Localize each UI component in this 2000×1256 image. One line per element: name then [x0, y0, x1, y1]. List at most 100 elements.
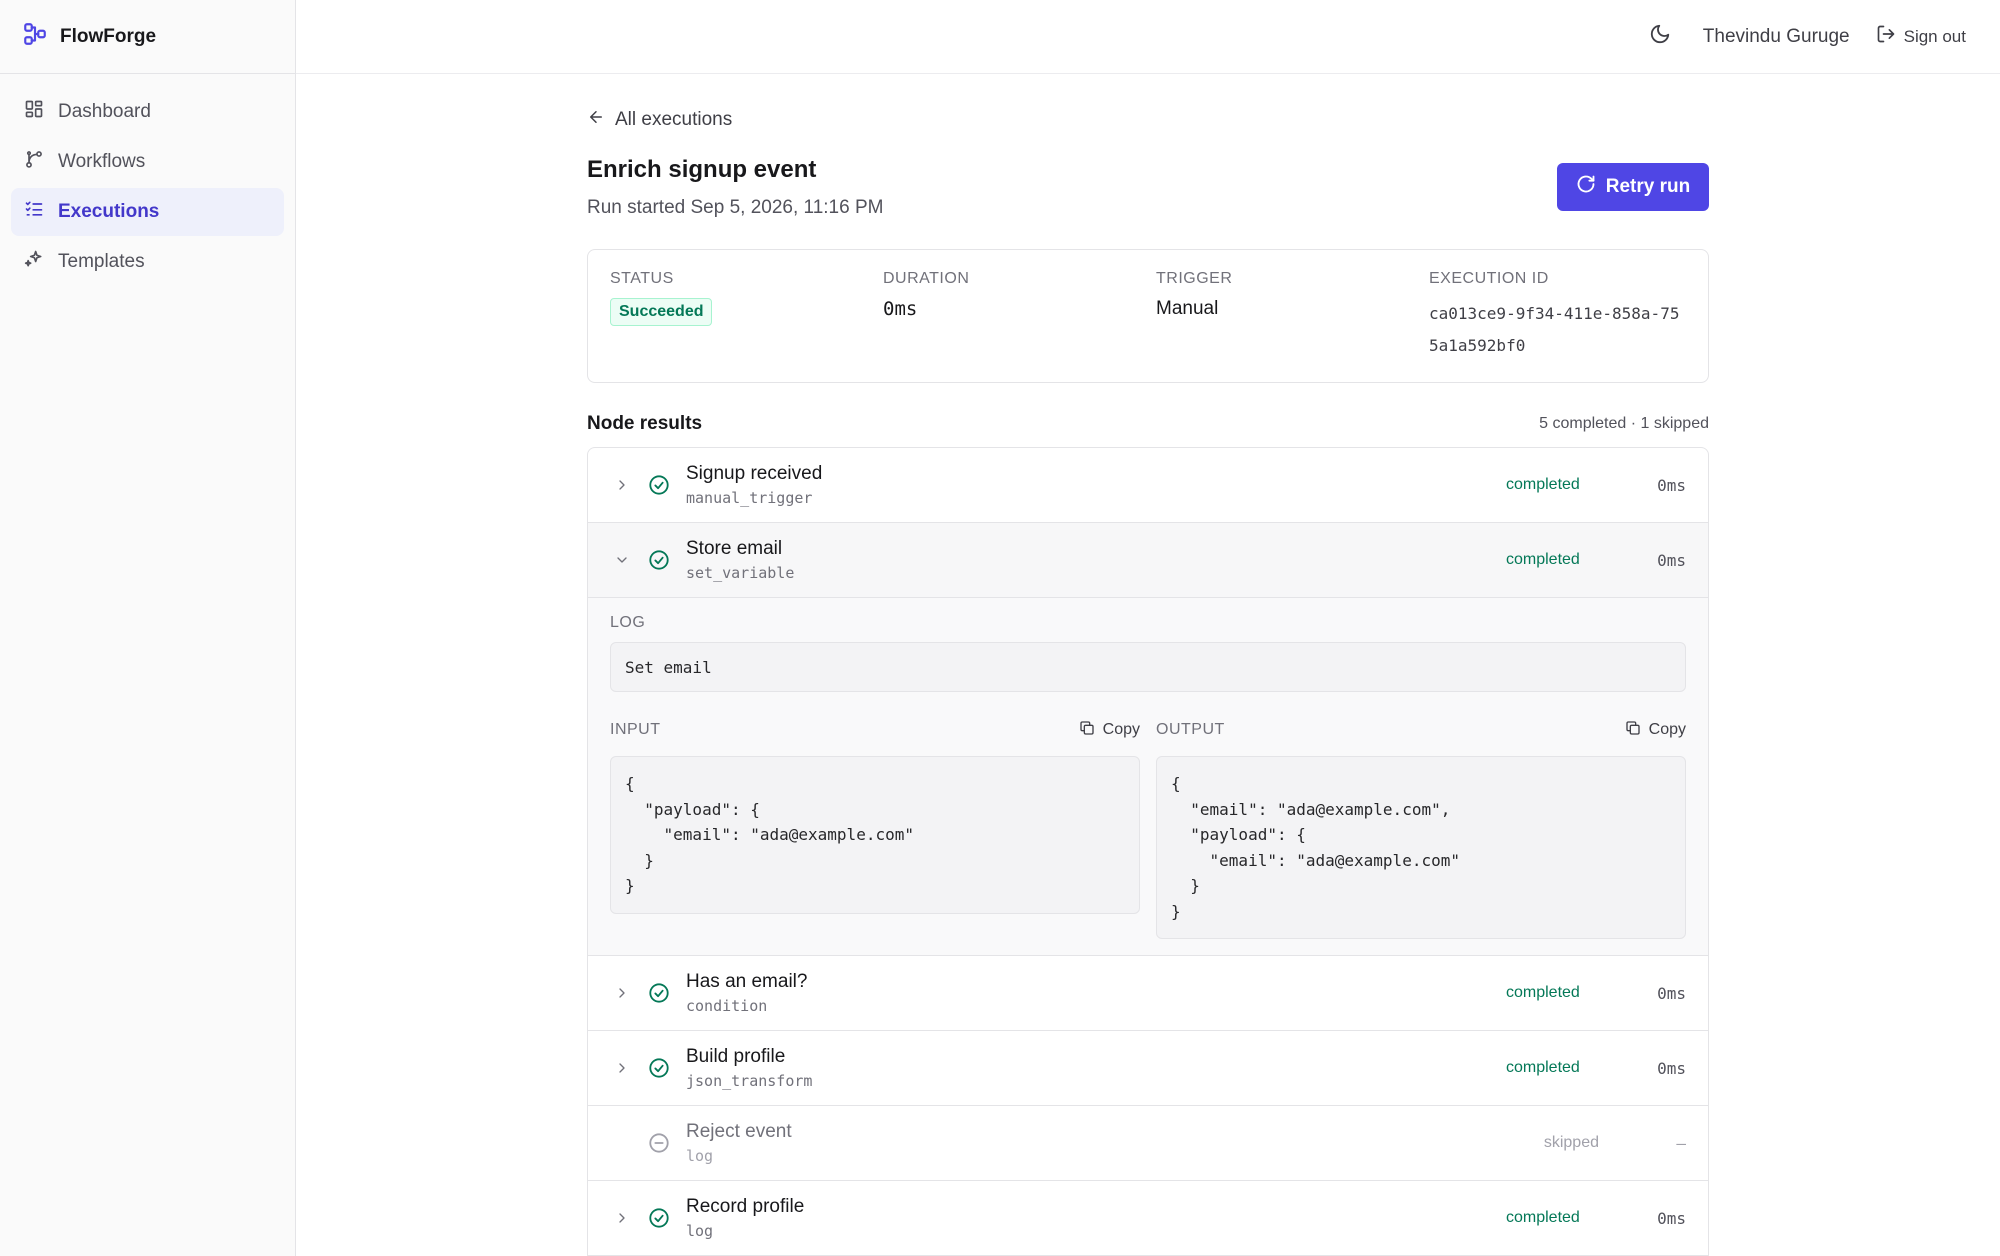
brand[interactable]: FlowForge	[0, 0, 295, 74]
sidebar-item-workflows[interactable]: Workflows	[11, 138, 284, 186]
sidebar-item-label: Executions	[58, 201, 160, 222]
dashboard-icon	[24, 99, 44, 125]
node-row-build-profile[interactable]: Build profile json_transform completed 0…	[588, 1031, 1708, 1106]
node-results-title: Node results	[587, 413, 703, 434]
log-label: LOG	[610, 614, 646, 631]
execution-id-value[interactable]: ca013ce9-9f34-411e-858a-755a1a592bf0	[1429, 298, 1689, 362]
retry-run-button[interactable]: Retry run	[1557, 163, 1709, 211]
input-panel: INPUT Copy { "payload": { "email": "ada@…	[610, 716, 1140, 939]
duration-value: 0ms	[883, 298, 918, 320]
app-name: FlowForge	[60, 25, 157, 47]
back-link-label: All executions	[615, 109, 733, 130]
node-type: log	[686, 1222, 714, 1240]
chevron-right-icon[interactable]	[612, 477, 632, 493]
status-badge: Succeeded	[610, 298, 713, 326]
node-row-signup-received[interactable]: Signup received manual_trigger completed…	[588, 448, 1708, 523]
node-type: json_transform	[686, 1072, 813, 1090]
copy-label: Copy	[1102, 721, 1140, 738]
copy-label: Copy	[1648, 721, 1686, 738]
moon-icon	[1649, 23, 1671, 50]
chevron-right-icon[interactable]	[612, 985, 632, 1001]
page-title: Enrich signup event	[587, 156, 817, 183]
node-duration: 0ms	[1657, 1208, 1686, 1228]
sign-out-button[interactable]: Sign out	[1876, 24, 1966, 49]
summary-duration: DURATION 0ms	[883, 270, 1156, 362]
node-row-reject-event: Reject event log skipped —	[588, 1106, 1708, 1181]
chevron-right-icon[interactable]	[612, 1060, 632, 1076]
node-name: Store email	[686, 538, 783, 559]
copy-output-button[interactable]: Copy	[1625, 720, 1686, 741]
node-status: completed	[1506, 1059, 1580, 1076]
input-output-panels: INPUT Copy { "payload": { "email": "ada@…	[610, 716, 1686, 939]
node-name: Has an email?	[686, 971, 808, 992]
log-out-icon	[1876, 24, 1896, 49]
check-circle-icon	[648, 474, 670, 496]
node-name: Reject event	[686, 1121, 792, 1142]
node-duration: 0ms	[1657, 550, 1686, 570]
summary-trigger: TRIGGER Manual	[1156, 270, 1429, 362]
node-row-record-profile[interactable]: Record profile log completed 0ms	[588, 1181, 1708, 1256]
check-circle-icon	[648, 982, 670, 1004]
chevron-right-icon[interactable]	[612, 1210, 632, 1226]
copy-input-button[interactable]: Copy	[1079, 720, 1140, 741]
user-name: Thevindu Guruge	[1702, 25, 1850, 47]
check-circle-icon	[648, 1057, 670, 1079]
copy-icon	[1079, 720, 1095, 741]
duration-label: DURATION	[883, 270, 970, 287]
node-status: completed	[1506, 551, 1580, 568]
log-output: Set email	[610, 642, 1686, 692]
input-label: INPUT	[610, 721, 661, 738]
node-duration: —	[1676, 1133, 1686, 1153]
sidebar: FlowForge Dashboard Workflows Executions…	[0, 0, 296, 1256]
node-name: Build profile	[686, 1046, 786, 1067]
minus-circle-icon	[648, 1132, 670, 1154]
list-checks-icon	[24, 199, 44, 225]
node-status: completed	[1506, 984, 1580, 1001]
workflow-icon	[24, 149, 44, 175]
sidebar-item-dashboard[interactable]: Dashboard	[11, 88, 284, 136]
sparkles-icon	[24, 249, 44, 275]
retry-run-label: Retry run	[1605, 176, 1691, 197]
sidebar-nav: Dashboard Workflows Executions Templates	[0, 74, 295, 302]
summary-status: STATUS Succeeded	[610, 270, 883, 362]
page-header: Enrich signup event Run started Sep 5, 2…	[587, 156, 1709, 219]
node-status: completed	[1506, 1209, 1580, 1226]
node-row-store-email[interactable]: Store email set_variable completed 0ms	[588, 523, 1708, 598]
main-content: All executions Enrich signup event Run s…	[587, 74, 1709, 1256]
node-name: Record profile	[686, 1196, 805, 1217]
node-row-has-an-email[interactable]: Has an email? condition completed 0ms	[588, 956, 1708, 1031]
node-type: log	[686, 1147, 714, 1165]
sidebar-item-label: Dashboard	[58, 101, 151, 122]
sidebar-item-templates[interactable]: Templates	[11, 238, 284, 286]
trigger-value: Manual	[1156, 298, 1219, 319]
execution-summary: STATUS Succeeded DURATION 0ms TRIGGER Ma…	[587, 249, 1709, 383]
node-results-count: 5 completed · 1 skipped	[1539, 415, 1709, 432]
node-duration: 0ms	[1657, 1058, 1686, 1078]
input-json: { "payload": { "email": "ada@example.com…	[610, 756, 1140, 914]
node-type: manual_trigger	[686, 489, 813, 507]
node-type: condition	[686, 997, 768, 1015]
run-started-text: Run started Sep 5, 2026, 11:16 PM	[587, 197, 884, 218]
execution-id-label: EXECUTION ID	[1429, 270, 1549, 287]
sign-out-label: Sign out	[1903, 26, 1966, 46]
node-results-header: Node results 5 completed · 1 skipped	[587, 413, 1709, 435]
sidebar-item-executions[interactable]: Executions	[11, 188, 284, 236]
check-circle-icon	[648, 549, 670, 571]
flowforge-logo-icon	[22, 21, 48, 52]
dark-mode-toggle[interactable]	[1649, 23, 1671, 50]
sidebar-item-label: Workflows	[58, 151, 146, 172]
copy-icon	[1625, 720, 1641, 741]
check-circle-icon	[648, 1207, 670, 1229]
trigger-label: TRIGGER	[1156, 270, 1233, 287]
node-type: set_variable	[686, 564, 795, 582]
node-results-list: Signup received manual_trigger completed…	[587, 447, 1709, 1256]
node-detail-panel: LOG Set email INPUT Copy { "payload": {	[588, 598, 1708, 956]
node-duration: 0ms	[1657, 475, 1686, 495]
chevron-down-icon[interactable]	[612, 552, 632, 568]
topbar: Thevindu Guruge Sign out	[296, 0, 2000, 74]
back-to-executions-link[interactable]: All executions	[587, 108, 732, 132]
node-name: Signup received	[686, 463, 823, 484]
summary-execution-id: EXECUTION ID ca013ce9-9f34-411e-858a-755…	[1429, 270, 1689, 362]
status-label: STATUS	[610, 270, 674, 287]
arrow-left-icon	[587, 108, 605, 132]
